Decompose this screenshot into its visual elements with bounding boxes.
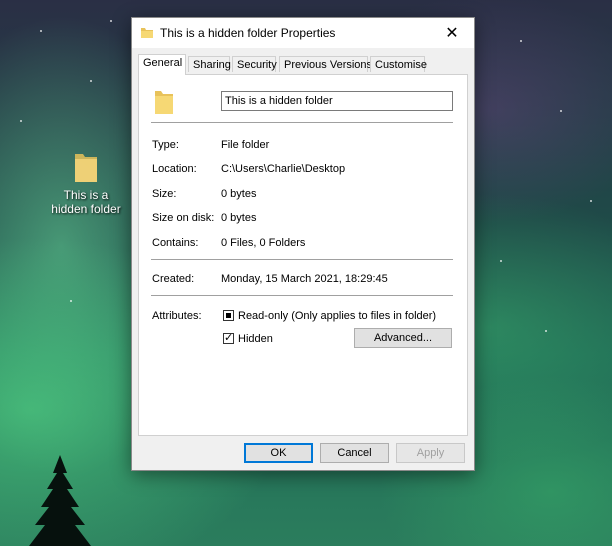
folder-icon	[155, 91, 173, 114]
separator	[151, 295, 453, 296]
read-only-checkbox[interactable]	[223, 310, 234, 321]
desktop-icon-label: This is a hidden folder	[51, 188, 121, 216]
properties-dialog: This is a hidden folder Properties ✕ Gen…	[131, 17, 475, 471]
ok-button[interactable]: OK	[244, 443, 313, 463]
close-icon: ✕	[445, 25, 459, 42]
star	[500, 260, 502, 262]
hidden-checkbox[interactable]	[223, 331, 234, 345]
read-only-label: Read-only (Only applies to files in fold…	[238, 310, 437, 322]
tab-general[interactable]: General	[138, 54, 186, 75]
star	[520, 40, 522, 42]
general-panel: Type: File folder Location: C:\Users\Cha…	[138, 74, 468, 436]
tab-customise[interactable]: Customise	[370, 56, 427, 72]
contains-label: Contains:	[152, 237, 199, 249]
tab-sharing[interactable]: Sharing	[188, 56, 231, 72]
type-value: File folder	[221, 139, 270, 151]
hidden-label: Hidden	[238, 333, 273, 345]
star	[110, 20, 112, 22]
created-label: Created:	[152, 273, 195, 285]
star	[40, 30, 42, 32]
close-button[interactable]: ✕	[430, 18, 474, 48]
contains-value: 0 Files, 0 Folders	[221, 237, 306, 249]
size-label: Size:	[152, 188, 177, 200]
apply-button[interactable]: Apply	[396, 443, 465, 463]
location-label: Location:	[152, 163, 197, 175]
star	[90, 80, 92, 82]
tree-silhouette	[29, 455, 91, 546]
star	[70, 300, 72, 302]
star	[20, 120, 22, 122]
location-value: C:\Users\Charlie\Desktop	[221, 163, 346, 175]
created-value: Monday, 15 March 2021, 18:29:45	[221, 273, 388, 285]
separator	[151, 122, 453, 123]
size-on-disk-value: 0 bytes	[221, 212, 257, 224]
dialog-title: This is a hidden folder Properties	[160, 26, 336, 40]
cancel-button[interactable]: Cancel	[320, 443, 389, 463]
size-on-disk-label: Size on disk:	[152, 212, 215, 224]
type-label: Type:	[152, 139, 179, 151]
star	[560, 110, 562, 112]
tab-previous-versions[interactable]: Previous Versions	[279, 56, 372, 72]
folder-icon	[75, 154, 97, 182]
advanced-button[interactable]: Advanced...	[354, 328, 452, 348]
folder-name-input[interactable]	[221, 91, 453, 111]
size-value: 0 bytes	[221, 188, 257, 200]
title-bar[interactable]: This is a hidden folder Properties ✕	[132, 18, 474, 48]
desktop-folder-item[interactable]: This is a hidden folder	[48, 150, 124, 216]
star	[590, 200, 592, 202]
attributes-label: Attributes:	[152, 310, 202, 322]
star	[545, 330, 547, 332]
separator	[151, 259, 453, 260]
tab-security[interactable]: Security	[232, 56, 277, 72]
folder-icon	[141, 28, 153, 38]
